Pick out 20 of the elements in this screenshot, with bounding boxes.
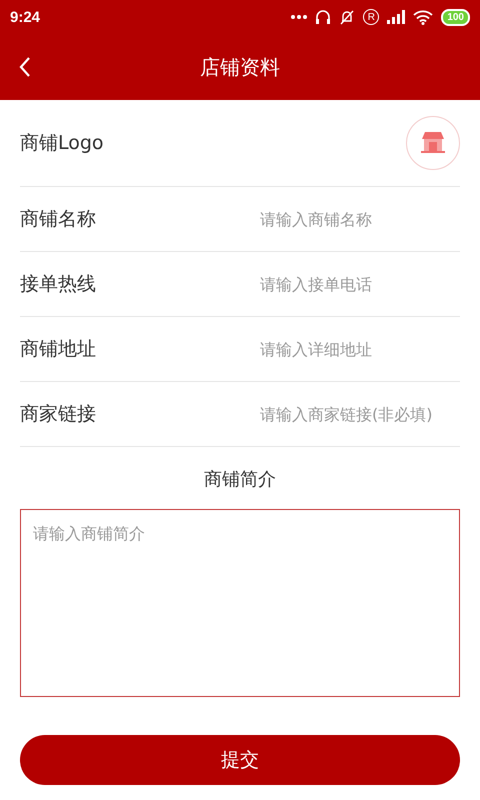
shop-icon [420,131,446,155]
back-icon [18,56,32,78]
muted-bell-icon [339,9,356,25]
field-label: 商铺名称 [20,207,96,232]
wifi-icon [413,10,434,24]
signal-icon [387,10,406,24]
battery-indicator: 100 [441,8,470,26]
field-label: 商铺地址 [20,337,96,362]
more-icon [291,15,308,19]
submit-button[interactable]: 提交 [20,735,460,785]
page-title: 店铺资料 [200,54,280,80]
logo-upload-button[interactable] [406,116,460,170]
status-time: 9:24 [10,8,42,26]
field-label: 商家链接 [20,402,96,427]
section-title: 商铺简介 [204,468,276,491]
headphones-icon [315,9,332,25]
description-field[interactable]: 请输入商铺简介 [20,509,460,697]
field-label: 商铺Logo [20,131,104,156]
registered-icon: R [363,9,380,25]
field-label: 接单热线 [20,272,96,297]
